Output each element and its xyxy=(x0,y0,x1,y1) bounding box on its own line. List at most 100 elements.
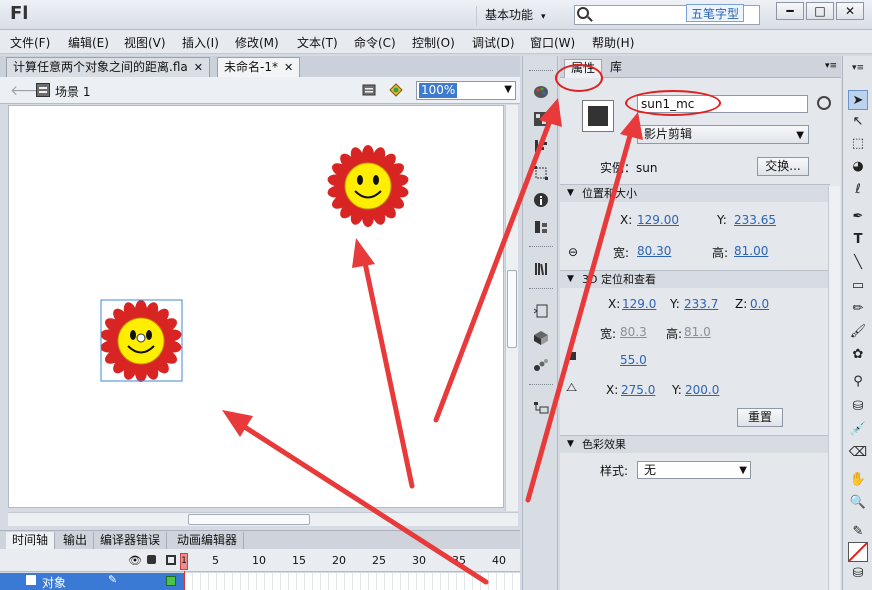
swap-button[interactable]: 交换... xyxy=(757,157,809,176)
layer-color-icon[interactable] xyxy=(166,576,176,586)
menu-modify[interactable]: 修改(M) xyxy=(235,34,279,51)
movie-explorer-icon[interactable] xyxy=(533,399,549,415)
selection-tool-icon[interactable]: ➤ xyxy=(848,90,868,110)
sun-instance-top[interactable] xyxy=(325,144,411,228)
pencil-tool-icon[interactable]: ✏ xyxy=(848,299,868,319)
color-palette-icon[interactable] xyxy=(533,84,549,100)
height-value[interactable]: 81.00 xyxy=(734,244,768,258)
tab-compiler-errors[interactable]: 编译器错误 xyxy=(94,532,168,550)
pen-tool-icon[interactable]: ✒ xyxy=(848,207,868,227)
3d-rotation-tool-icon[interactable]: ◕ xyxy=(848,157,868,177)
stroke-swatch[interactable] xyxy=(848,542,868,562)
bone-tool-icon[interactable]: ⚲ xyxy=(848,372,868,392)
close-button[interactable]: ✕ xyxy=(836,2,864,20)
menu-window[interactable]: 窗口(W) xyxy=(530,34,575,51)
fill-color-icon[interactable]: ⛁ xyxy=(848,564,868,584)
vp-y-value[interactable]: 200.0 xyxy=(685,383,719,397)
y-value[interactable]: 233.65 xyxy=(734,213,776,227)
swf-history-icon[interactable] xyxy=(817,96,831,110)
free-transform-tool-icon[interactable]: ⬚ xyxy=(848,134,868,154)
components-icon[interactable] xyxy=(533,330,549,346)
section-3d-position[interactable]: ▼ 3D 定位和查看 xyxy=(560,270,830,288)
maximize-button[interactable]: □ xyxy=(806,2,834,20)
zoom-select[interactable]: 100% ▼ xyxy=(416,81,516,100)
menu-commands[interactable]: 命令(C) xyxy=(354,34,396,51)
section-color-effect[interactable]: ▼ 色彩效果 xyxy=(560,435,830,453)
zoom-tool-icon[interactable]: 🔍 xyxy=(848,493,868,513)
frame-number: 20 xyxy=(332,554,346,567)
text-tool-icon[interactable]: T xyxy=(848,230,868,250)
stage-horizontal-scrollbar[interactable] xyxy=(8,512,518,526)
x3d-value[interactable]: 129.0 xyxy=(622,297,656,311)
properties-scrollbar[interactable] xyxy=(828,186,840,590)
y3d-value[interactable]: 233.7 xyxy=(684,297,718,311)
swatches-icon[interactable] xyxy=(533,111,549,127)
stage-vertical-scrollbar[interactable] xyxy=(505,105,518,511)
menu-help[interactable]: 帮助(H) xyxy=(592,34,634,51)
library-icon[interactable] xyxy=(533,261,549,277)
menu-edit[interactable]: 编辑(E) xyxy=(68,34,109,51)
history-icon[interactable] xyxy=(533,219,549,235)
eyedropper-tool-icon[interactable]: 💉 xyxy=(848,420,868,440)
panel-menu-icon[interactable]: ▾≡ xyxy=(848,58,868,78)
stage-canvas[interactable] xyxy=(8,105,504,508)
close-icon[interactable]: ✕ xyxy=(284,61,293,74)
menu-debug[interactable]: 调试(D) xyxy=(472,34,515,51)
brush-tool-icon[interactable]: 🖌 xyxy=(848,322,868,342)
lock-icon[interactable] xyxy=(147,555,156,564)
tab-output[interactable]: 输出 xyxy=(57,532,95,550)
link-icon[interactable]: ⊖ xyxy=(568,245,578,259)
scroll-thumb[interactable] xyxy=(507,270,517,348)
paint-bucket-tool-icon[interactable]: ⛁ xyxy=(848,397,868,417)
timeline-header: 👁 5 10 15 20 25 30 35 40 xyxy=(0,549,520,572)
transform-point[interactable] xyxy=(136,333,146,343)
subselection-tool-icon[interactable]: ↖ xyxy=(848,112,868,132)
menu-file[interactable]: 文件(F) xyxy=(10,34,50,51)
panel-menu-icon[interactable]: ▾≡ xyxy=(825,61,837,71)
layer-row[interactable]: 对象 ✎ xyxy=(0,573,184,590)
outline-icon[interactable] xyxy=(166,555,176,565)
eye-icon[interactable]: 👁 xyxy=(128,554,142,567)
tab-untitled-1[interactable]: 未命名-1* ✕ xyxy=(217,57,301,77)
menu-text[interactable]: 文本(T) xyxy=(297,34,338,51)
edit-scene-icon[interactable] xyxy=(362,82,378,98)
info-icon[interactable] xyxy=(533,192,549,208)
reset-button[interactable]: 重置 xyxy=(737,408,783,427)
hand-tool-icon[interactable]: ✋ xyxy=(848,470,868,490)
align-icon[interactable] xyxy=(533,138,549,154)
color-style-select[interactable]: 无 ▼ xyxy=(637,461,751,479)
tab-library[interactable]: 库 xyxy=(604,59,628,78)
actions-icon[interactable] xyxy=(533,303,549,319)
timeline-frames[interactable] xyxy=(185,573,520,590)
edit-symbol-icon[interactable] xyxy=(388,82,404,98)
minimize-button[interactable]: ━ xyxy=(776,2,804,20)
scroll-thumb[interactable] xyxy=(188,514,310,525)
perspective-angle-value[interactable]: 55.0 xyxy=(620,353,647,367)
z3d-value[interactable]: 0.0 xyxy=(750,297,769,311)
workspace-switcher[interactable]: 基本功能 ▾ xyxy=(476,6,554,26)
scene-label[interactable]: 场景 1 xyxy=(55,83,90,100)
tab-motion-editor[interactable]: 动画编辑器 xyxy=(171,532,245,550)
symbol-type-select[interactable]: 影片剪辑 ▼ xyxy=(637,125,809,144)
x-value[interactable]: 129.00 xyxy=(637,213,679,227)
line-tool-icon[interactable]: ╲ xyxy=(848,253,868,273)
section-position-size[interactable]: ▼ 位置和大小 xyxy=(560,184,830,202)
ime-indicator[interactable]: 五笔字型 xyxy=(686,4,745,22)
vp-x-value[interactable]: 275.0 xyxy=(621,383,655,397)
eraser-tool-icon[interactable]: ⌫ xyxy=(848,443,868,463)
tab-distance-fla[interactable]: 计算任意两个对象之间的距离.fla ✕ xyxy=(6,57,210,77)
stroke-color-icon[interactable]: ✎ xyxy=(848,522,868,542)
tab-timeline[interactable]: 时间轴 xyxy=(6,532,56,550)
lasso-tool-icon[interactable]: ℓ xyxy=(848,180,868,200)
menu-control[interactable]: 控制(O) xyxy=(412,34,455,51)
layer-name[interactable]: 对象 xyxy=(42,574,66,590)
menu-view[interactable]: 视图(V) xyxy=(124,34,166,51)
playhead[interactable]: 1 xyxy=(180,553,188,570)
transform-icon[interactable] xyxy=(533,165,549,181)
motion-presets-icon[interactable] xyxy=(533,357,549,373)
deco-tool-icon[interactable]: ✿ xyxy=(848,345,868,365)
menu-insert[interactable]: 插入(I) xyxy=(182,34,219,51)
width-value[interactable]: 80.30 xyxy=(637,244,671,258)
close-icon[interactable]: ✕ xyxy=(194,61,203,74)
rectangle-tool-icon[interactable]: ▭ xyxy=(848,276,868,296)
